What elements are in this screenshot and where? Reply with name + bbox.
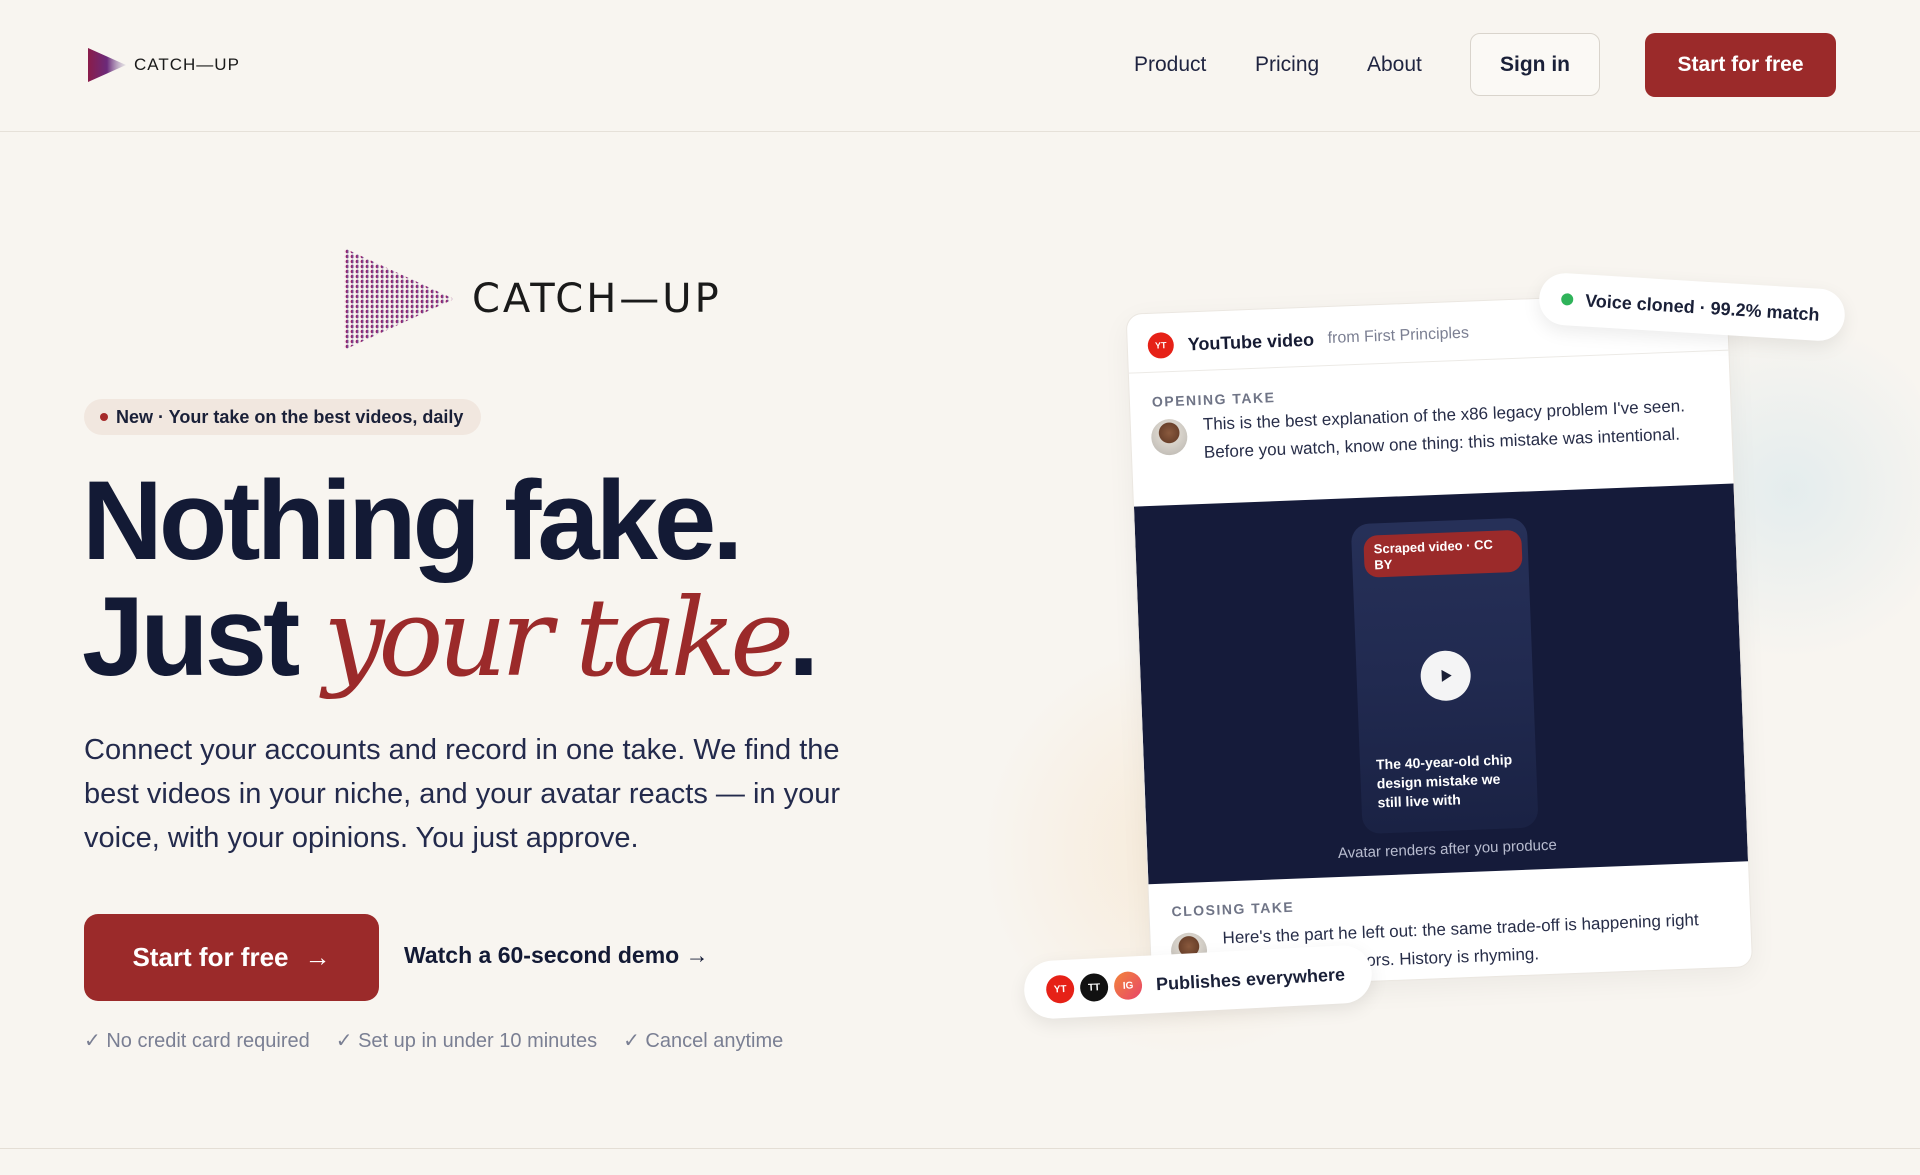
hero-brand-logo: CATCH—UP — [340, 244, 722, 354]
check-item: ✓ Set up in under 10 minutes — [335, 1030, 598, 1052]
hero-headline: Nothing fake. Just your take. — [82, 463, 819, 697]
section-divider — [0, 1148, 1920, 1149]
brand-logo[interactable]: CATCH—UP — [86, 46, 240, 84]
preview-card: YT YouTube video from First Principles O… — [1125, 290, 1754, 991]
opening-take-label: OPENING TAKE — [1151, 389, 1276, 410]
instagram-icon: IG — [1113, 970, 1143, 1001]
video-preview[interactable]: Scraped video · CC BY The 40-year-old ch… — [1133, 483, 1749, 885]
headline-period: . — [788, 574, 819, 699]
hero-brand-wordmark: CATCH—UP — [472, 276, 722, 322]
avatar — [1150, 418, 1189, 456]
reassurance-list: ✓ No credit card required ✓ Set up in un… — [84, 1028, 783, 1053]
hero-subtitle: Connect your accounts and record in one … — [84, 734, 840, 854]
start-for-free-hero-button[interactable]: Start for free → — [84, 914, 379, 1001]
headline-just: Just — [82, 574, 324, 699]
check-item: ✓ No credit card required — [84, 1030, 310, 1052]
arrow-right-icon: → — [304, 942, 331, 972]
video-caption: The 40-year-old chip design mistake we s… — [1375, 751, 1513, 811]
start-for-free-nav-button[interactable]: Start for free — [1645, 33, 1836, 97]
youtube-icon: YT — [1045, 974, 1075, 1004]
watch-demo-link[interactable]: Watch a 60-second demo → — [404, 942, 709, 969]
brand-wordmark: CATCH—UP — [134, 55, 240, 74]
cta-label: Start for free — [132, 942, 289, 972]
headline-line-1: Nothing fake. — [82, 458, 743, 583]
scraped-video-badge: Scraped video · CC BY — [1363, 529, 1523, 578]
vertical-video-frame: Scraped video · CC BY The 40-year-old ch… — [1350, 517, 1539, 835]
publishes-text: Publishes everywhere — [1155, 963, 1346, 994]
announcement-pill: New · Your take on the best videos, dail… — [84, 399, 482, 435]
headline-accent: your take — [323, 576, 794, 701]
nav-link-product[interactable]: Product — [1134, 53, 1206, 77]
headline-line-2: Just your take. — [82, 579, 819, 697]
status-dot-icon — [1560, 293, 1574, 306]
sign-in-button[interactable]: Sign in — [1470, 33, 1600, 96]
opening-take-text: This is the best explanation of the x86 … — [1202, 396, 1686, 462]
closing-take-label: CLOSING TAKE — [1171, 898, 1295, 920]
halftone-play-logo-icon — [344, 248, 454, 350]
nav-link-pricing[interactable]: Pricing — [1255, 53, 1319, 77]
status-dot-icon — [100, 413, 108, 421]
announcement-text: New · Your take on the best videos, dail… — [116, 406, 464, 427]
voice-cloned-text: Voice cloned · 99.2% match — [1584, 289, 1821, 325]
card-source: from First Principles — [1327, 324, 1470, 348]
play-icon — [1441, 669, 1452, 682]
play-triangle-logo-icon — [88, 48, 126, 82]
check-item: ✓ Cancel anytime — [623, 1030, 784, 1052]
card-title: YouTube video — [1187, 329, 1315, 355]
video-footer-note: Avatar renders after you produce — [1337, 836, 1558, 862]
youtube-icon: YT — [1147, 331, 1175, 359]
top-navigation: CATCH—UP Product Pricing About Sign in S… — [0, 0, 1920, 132]
nav-link-about[interactable]: About — [1367, 53, 1422, 77]
tiktok-icon: TT — [1079, 972, 1109, 1003]
play-button[interactable] — [1419, 649, 1472, 702]
